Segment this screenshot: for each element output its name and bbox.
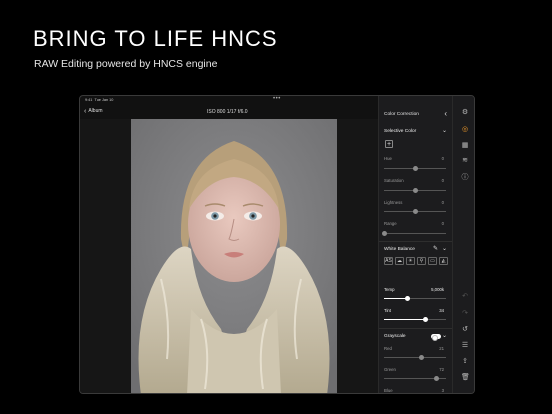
panel-title: Color Correction bbox=[384, 112, 419, 117]
color-icon[interactable]: ◎ bbox=[461, 126, 469, 134]
temp-value: 5,000k bbox=[431, 287, 444, 292]
range-value: 0 bbox=[441, 221, 444, 226]
range-label: Range bbox=[384, 221, 397, 226]
subheadline: RAW Editing powered by HNCS engine bbox=[34, 58, 218, 70]
top-bar: ‹ Album ISO 800 1/17 f/6.0 bbox=[80, 106, 378, 118]
eyedropper-icon[interactable]: ✎ bbox=[433, 245, 438, 252]
undo-icon[interactable]: ↶ bbox=[461, 293, 469, 301]
chevron-left-icon: ‹ bbox=[84, 107, 87, 115]
tint-slider[interactable] bbox=[384, 317, 446, 322]
slider-knob[interactable] bbox=[381, 231, 387, 236]
slider-fill bbox=[384, 319, 426, 320]
slider-knob[interactable] bbox=[434, 376, 440, 381]
hue-value: 0 bbox=[441, 156, 444, 161]
adjustment-panel: Color Correction ‹ Selective Color ⌄ + H… bbox=[378, 96, 453, 393]
settings-icon[interactable]: ⚙ bbox=[461, 109, 469, 117]
slider-knob[interactable] bbox=[412, 188, 418, 193]
chevron-down-icon[interactable]: ⌄ bbox=[442, 245, 447, 252]
wb-presets: AS ☁ ☀ ⚲ ▭ ◭ bbox=[384, 257, 448, 265]
saturation-slider[interactable] bbox=[384, 188, 446, 193]
curves-icon[interactable]: ≋ bbox=[461, 157, 469, 165]
red-value: 21 bbox=[439, 346, 444, 351]
photo-canvas[interactable] bbox=[80, 119, 378, 393]
back-label: Album bbox=[88, 108, 103, 114]
red-slider[interactable] bbox=[384, 355, 446, 360]
section-divider bbox=[379, 241, 453, 242]
chevron-down-icon[interactable]: ⌄ bbox=[442, 332, 447, 339]
chevron-down-icon[interactable]: ⌄ bbox=[442, 127, 447, 134]
grayscale-title: Grayscale bbox=[384, 334, 406, 339]
range-slider[interactable] bbox=[381, 231, 446, 236]
lightness-value: 0 bbox=[441, 200, 444, 205]
green-label: Green bbox=[384, 367, 396, 372]
headline: BRING TO LIFE HNCS bbox=[33, 26, 278, 51]
portrait-photo[interactable] bbox=[131, 119, 337, 393]
green-value: 72 bbox=[439, 367, 444, 372]
trash-icon[interactable]: 🗑 bbox=[461, 374, 470, 382]
blue-label: Blue bbox=[384, 388, 393, 393]
wb-tungsten-icon[interactable]: ⚲ bbox=[417, 257, 426, 265]
slider-knob[interactable] bbox=[412, 166, 418, 171]
blue-value: 3 bbox=[441, 388, 444, 393]
slider-knob[interactable] bbox=[412, 209, 418, 214]
info-icon[interactable]: ⓘ bbox=[461, 174, 469, 182]
list-icon[interactable]: ☰ bbox=[461, 342, 469, 350]
adjust-icon[interactable]: ▦ bbox=[461, 142, 469, 150]
red-label: Red bbox=[384, 346, 392, 351]
add-color-button[interactable]: + bbox=[385, 140, 393, 148]
panel-back-button[interactable]: ‹ bbox=[444, 109, 447, 118]
temp-slider[interactable] bbox=[384, 296, 446, 301]
hue-slider[interactable] bbox=[384, 166, 446, 171]
green-slider[interactable] bbox=[384, 376, 446, 381]
lightness-slider[interactable] bbox=[384, 209, 446, 214]
wb-shade-icon[interactable]: ◭ bbox=[439, 257, 448, 265]
lightness-label: Lightness bbox=[384, 200, 403, 205]
hue-label: Hue bbox=[384, 156, 392, 161]
selective-color-title: Selective Color bbox=[384, 129, 417, 134]
section-divider bbox=[379, 328, 453, 329]
temp-label: Temp bbox=[384, 287, 395, 292]
tint-value: 34 bbox=[439, 308, 444, 313]
tool-sidebar: ⚙ ◎ ▦ ≋ ⓘ ↶ ↷ ↺ ☰ ⇪ 🗑 bbox=[452, 96, 474, 393]
slider-knob[interactable] bbox=[418, 355, 424, 360]
reset-icon[interactable]: ↺ bbox=[461, 326, 469, 334]
multitask-dots[interactable]: ••• bbox=[273, 96, 281, 102]
slider-fill bbox=[384, 298, 408, 299]
wb-fluorescent-icon[interactable]: ▭ bbox=[428, 257, 437, 265]
grayscale-toggle[interactable] bbox=[431, 334, 441, 341]
ipad-screen: 9:41 Tue Jan 10 ••• 100% ‹ Album ISO 800… bbox=[79, 95, 475, 394]
status-time: 9:41 Tue Jan 10 bbox=[85, 98, 114, 102]
share-icon[interactable]: ⇪ bbox=[461, 358, 469, 366]
exif-info: ISO 800 1/17 f/6.0 bbox=[207, 109, 248, 115]
white-balance-title: White Balance bbox=[384, 247, 415, 252]
back-to-album-button[interactable]: ‹ Album bbox=[84, 107, 103, 115]
wb-cloudy-icon[interactable]: ☁ bbox=[395, 257, 404, 265]
redo-icon[interactable]: ↷ bbox=[461, 310, 469, 318]
slider-knob[interactable] bbox=[405, 296, 411, 301]
tint-label: Tint bbox=[384, 308, 392, 313]
saturation-value: 0 bbox=[441, 178, 444, 183]
wb-daylight-icon[interactable]: ☀ bbox=[406, 257, 415, 265]
saturation-label: Saturation bbox=[384, 178, 404, 183]
slider-knob[interactable] bbox=[423, 317, 429, 322]
portrait-image bbox=[131, 119, 337, 393]
wb-auto-icon[interactable]: AS bbox=[384, 257, 393, 265]
